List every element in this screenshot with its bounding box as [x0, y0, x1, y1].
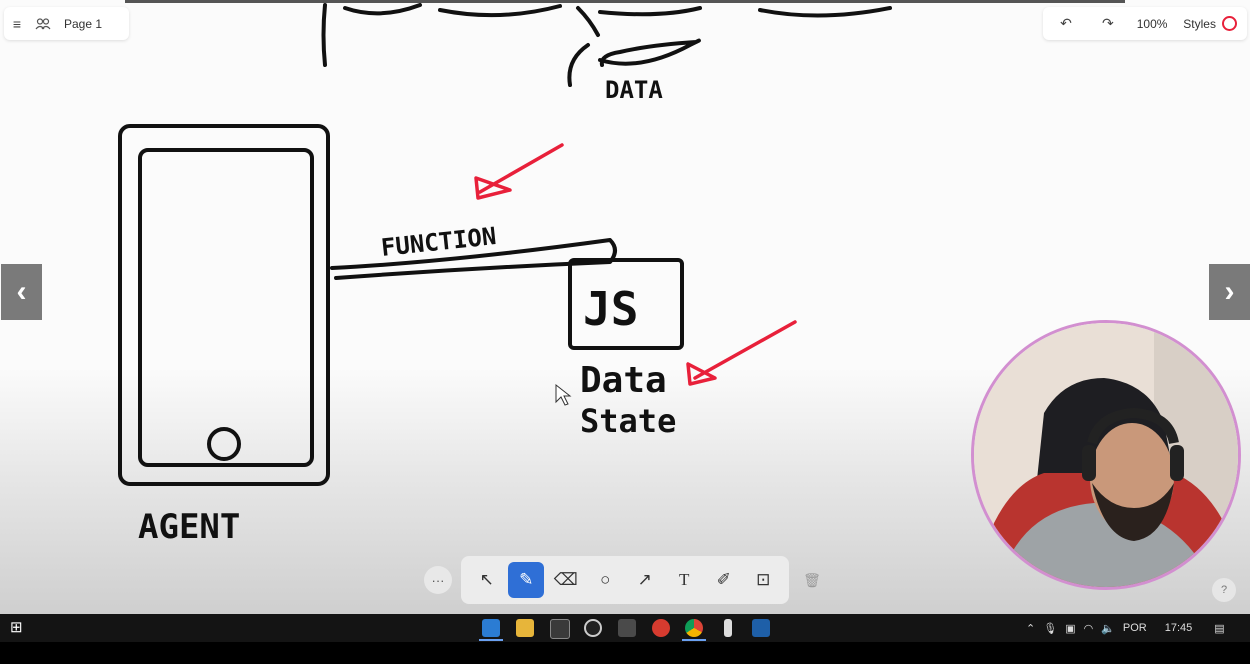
- page-label[interactable]: Page 1: [64, 17, 102, 31]
- state-label: State: [580, 402, 676, 440]
- image-tool[interactable]: ⊡: [745, 562, 781, 598]
- chevron-right-icon: ›: [1224, 275, 1235, 308]
- file-explorer-icon[interactable]: [516, 619, 534, 637]
- red-arrow-2: [686, 320, 797, 386]
- sticky-note-icon: ✐: [716, 570, 731, 589]
- data-top-label: DATA: [605, 76, 663, 104]
- scribble-top: [343, 3, 892, 18]
- notifications-icon[interactable]: ▤: [1214, 622, 1224, 635]
- webcam-overlay: [971, 320, 1241, 590]
- trash-icon[interactable]: 🗑: [800, 568, 824, 592]
- system-tray: ⌃ 🎙 ▣ ◠ 🔈 POR 17:45 ▤: [1026, 614, 1225, 642]
- clock[interactable]: 17:45: [1165, 622, 1193, 634]
- phone-screen: [138, 148, 314, 467]
- chevron-up-icon[interactable]: ⌃: [1026, 622, 1035, 635]
- microphone-icon[interactable]: 🎙: [1043, 622, 1057, 635]
- users-icon[interactable]: [30, 11, 56, 37]
- help-button[interactable]: ?: [1212, 578, 1236, 602]
- mouse-cursor-icon: [555, 383, 572, 406]
- folder-icon[interactable]: [618, 619, 636, 637]
- sticky-tool[interactable]: ✐: [706, 562, 742, 598]
- letterbox-bottom: [0, 642, 1250, 664]
- arrow-icon: ↗: [637, 570, 652, 589]
- phone-home-button: [207, 427, 241, 461]
- app-icon[interactable]: [652, 619, 670, 637]
- pencil-icon: ✎: [519, 570, 534, 589]
- circle-icon: ○: [600, 570, 611, 589]
- presenter-video: [974, 323, 1238, 587]
- display-icon[interactable]: ▣: [1065, 622, 1075, 635]
- drawing-toolbar: ↖ ✎ ⌫ ○ ↗ T ✐ ⊡: [461, 556, 789, 604]
- windows-start-icon[interactable]: ⊞: [10, 620, 26, 636]
- agent-label: AGENT: [138, 507, 240, 547]
- more-options-button[interactable]: ···: [424, 566, 452, 594]
- active-indicator: [682, 639, 706, 641]
- page-panel: ≡ Page 1: [4, 7, 129, 40]
- text-tool[interactable]: T: [666, 562, 702, 598]
- data-label: Data: [580, 360, 667, 401]
- styles-label: Styles: [1183, 16, 1216, 31]
- image-icon: ⊡: [756, 570, 771, 589]
- active-indicator: [479, 639, 503, 641]
- previous-slide-button[interactable]: ‹: [1, 264, 42, 320]
- zoom-level[interactable]: 100%: [1137, 17, 1168, 31]
- language-indicator[interactable]: POR: [1123, 622, 1147, 634]
- video-frame: DATA AGENT FUNCTION JS Data State ≡ Page…: [0, 0, 1250, 614]
- eraser-icon: ⌫: [553, 570, 578, 589]
- cursor-icon: ↖: [479, 570, 494, 589]
- ellipse-tool[interactable]: ○: [587, 562, 623, 598]
- terminal-icon[interactable]: [550, 619, 570, 639]
- red-arrow-1: [474, 143, 564, 200]
- vscode-icon[interactable]: [482, 619, 500, 637]
- redo-icon[interactable]: ↷: [1095, 11, 1121, 37]
- draw-tool[interactable]: ✎: [508, 562, 545, 598]
- text-icon: T: [679, 570, 690, 589]
- wifi-icon[interactable]: ◠: [1084, 622, 1094, 635]
- chrome-icon[interactable]: [685, 619, 703, 637]
- undo-icon[interactable]: ↶: [1053, 11, 1079, 37]
- eraser-tool[interactable]: ⌫: [548, 562, 584, 598]
- github-icon[interactable]: [584, 619, 602, 637]
- windows-taskbar: ⊞ ⌃ 🎙 ▣ ◠ 🔈 POR 17:45 ▤: [0, 614, 1250, 642]
- volume-icon[interactable]: 🔈: [1101, 622, 1115, 635]
- style-color-icon: [1221, 16, 1237, 31]
- scribble-link: [576, 6, 600, 37]
- next-slide-button[interactable]: ›: [1209, 264, 1250, 320]
- styles-button[interactable]: Styles: [1183, 16, 1237, 31]
- chevron-left-icon: ‹: [16, 275, 27, 308]
- arrow-tool[interactable]: ↗: [627, 562, 663, 598]
- select-tool[interactable]: ↖: [469, 562, 505, 598]
- hamburger-menu-icon[interactable]: ≡: [4, 11, 30, 37]
- style-panel: ↶ ↷ 100% Styles: [1043, 7, 1247, 40]
- js-label: JS: [583, 282, 638, 336]
- phone-icon[interactable]: [724, 619, 732, 637]
- app2-icon[interactable]: [752, 619, 770, 637]
- scribble-line: [321, 3, 327, 67]
